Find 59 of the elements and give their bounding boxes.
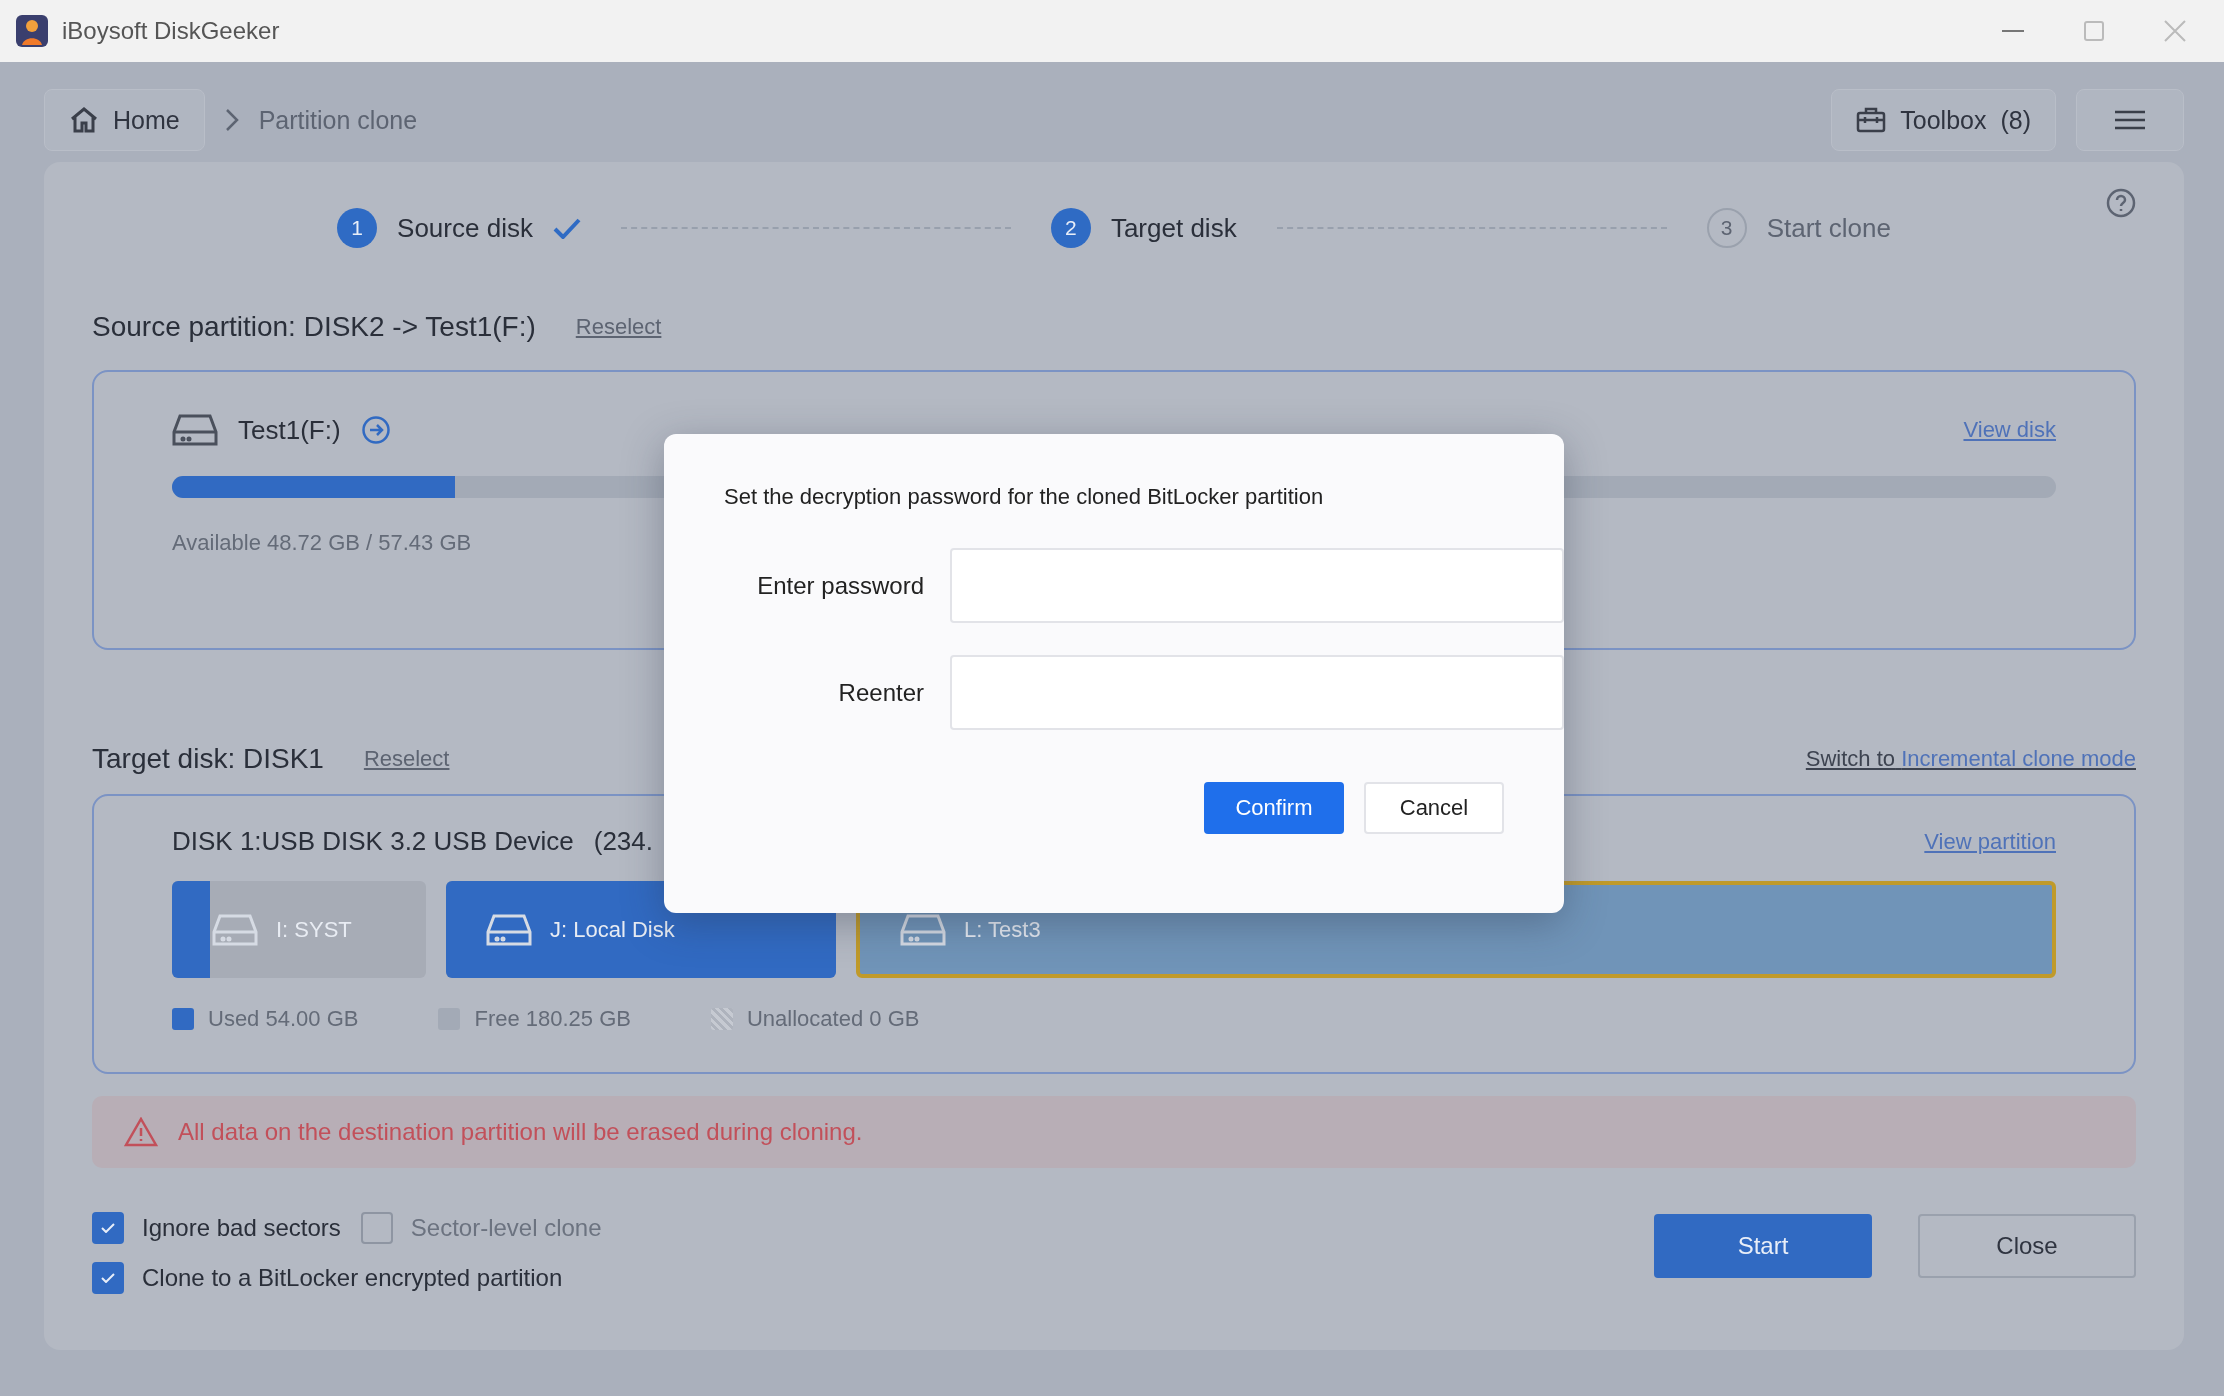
legend-label: Unallocated 0 GB	[747, 1006, 920, 1032]
cancel-button[interactable]: Cancel	[1364, 782, 1504, 834]
legend-label: Free 180.25 GB	[474, 1006, 631, 1032]
view-partition-link[interactable]: View partition	[1924, 828, 2056, 855]
home-button[interactable]: Home	[44, 89, 205, 151]
partition-label: I: SYST	[276, 916, 352, 943]
checkbox[interactable]	[92, 1212, 124, 1244]
chevron-right-icon	[224, 108, 239, 132]
confirm-button[interactable]: Confirm	[1204, 782, 1344, 834]
legend-swatch	[711, 1008, 733, 1030]
checkbox[interactable]	[92, 1262, 124, 1294]
option-label: Ignore bad sectors	[142, 1214, 341, 1242]
toolbox-button[interactable]: Toolbox (8)	[1831, 89, 2056, 151]
step-label: Source disk	[397, 212, 533, 244]
warning-text: All data on the destination partition will be erased during cloning.	[178, 1118, 863, 1146]
partition-label: L: Test3	[964, 916, 1041, 943]
start-button[interactable]: Start	[1654, 1214, 1872, 1278]
field-label: Reenter	[837, 678, 924, 707]
close-button[interactable]: Close	[1918, 1214, 2136, 1278]
menu-button[interactable]	[2076, 89, 2184, 151]
password-field[interactable]	[950, 548, 1564, 623]
legend-swatch	[172, 1008, 194, 1030]
partition-label: J: Local Disk	[550, 916, 675, 943]
home-icon	[69, 106, 99, 134]
reselect-link[interactable]: Reselect	[363, 746, 450, 772]
dialog-title: Set the decryption password for the cloned BitLocker partition	[724, 484, 1325, 510]
disk-name: DISK 1:USB DISK 3.2 USB Device	[172, 826, 574, 857]
source-heading: Source partition: DISK2 -> Test1(F:)	[92, 311, 536, 343]
password-field[interactable]	[950, 655, 1564, 730]
switch-mode-link[interactable]: Switch to Incremental clone mode	[1805, 746, 2136, 772]
option-label: Sector-level clone	[410, 1214, 602, 1242]
arrow-right-circle-icon[interactable]	[360, 415, 391, 445]
disk-size: (234.	[593, 826, 653, 857]
partition-name: Test1(F:)	[238, 414, 341, 446]
capacity-text: Available 48.72 GB / 57.43 GB	[172, 530, 473, 556]
warning-icon	[124, 1117, 158, 1147]
window-title: iBoysoft DiskGeeker	[62, 17, 280, 45]
breadcrumb-current: Partition clone	[258, 105, 418, 135]
step-label: Start clone	[1766, 212, 1891, 244]
view-disk-link[interactable]: View disk	[1963, 417, 2056, 443]
step-number: 3	[1706, 208, 1747, 248]
toolbox-icon	[1856, 107, 1887, 133]
check-icon	[101, 1223, 115, 1233]
maximize-icon[interactable]	[2084, 21, 2104, 41]
check-icon	[101, 1273, 115, 1283]
step-number: 1	[337, 208, 378, 248]
close-icon[interactable]	[2164, 20, 2186, 42]
help-icon[interactable]	[2106, 188, 2136, 218]
step-label: Target disk	[1110, 212, 1237, 244]
step-number: 2	[1050, 208, 1091, 248]
menu-icon	[2115, 110, 2145, 130]
field-label: Enter password	[756, 571, 924, 600]
target-heading: Target disk: DISK1	[92, 743, 324, 775]
app-logo-icon	[16, 15, 48, 47]
minimize-icon[interactable]	[2002, 30, 2024, 32]
legend-label: Used 54.00 GB	[208, 1006, 359, 1032]
option-label: Clone to a BitLocker encrypted partition	[142, 1264, 563, 1292]
reselect-link[interactable]: Reselect	[575, 314, 662, 340]
drive-icon	[172, 412, 218, 448]
